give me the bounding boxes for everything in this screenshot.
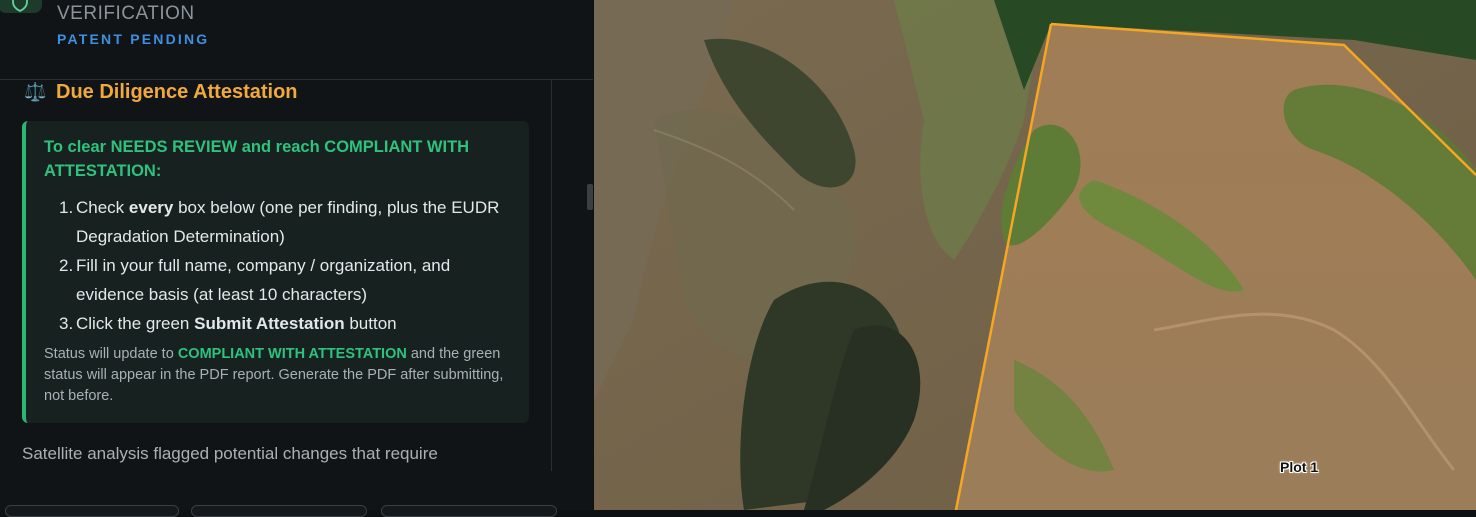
step-text: Check every box below (one per finding, … [76,198,499,246]
step-text: Fill in your full name, company / organi… [76,256,450,304]
step-text-bold: every [128,198,174,217]
balance-scale-icon: ⚖️ [24,82,47,102]
bottom-tab[interactable] [5,505,179,517]
step-text-pre: Check [76,198,129,217]
panel-resize-handle[interactable] [587,184,593,210]
app-header: VERIFICATION PATENT PENDING [0,0,593,80]
list-item: 3. Click the green Submit Attestation bu… [59,309,506,338]
step-text: Click the green Submit Attestation butto… [76,314,397,333]
section-title: ⚖️ Due Diligence Attestation [24,81,298,104]
steps-list: 1. Check every box below (one per findin… [59,193,506,338]
section-title-text: Due Diligence Attestation [56,81,298,103]
list-item: 1. Check every box below (one per findin… [59,193,506,251]
step-text-post: button [344,314,397,333]
step-number: 1. [59,198,74,217]
satellite-map[interactable]: Plot 1 [594,0,1476,510]
bottom-tab[interactable] [191,505,367,517]
step-text-pre: Fill in your full name, company / organi… [76,256,451,304]
bottom-tabs [0,502,593,517]
callout-heading: To clear NEEDS REVIEW and reach COMPLIAN… [44,138,470,180]
step-text-bold: Submit Attestation [194,314,345,333]
step-text-pre: Click the green [76,314,195,333]
step-number: 2. [59,256,74,275]
satellite-imagery [594,0,1476,510]
status-note-highlight: COMPLIANT WITH ATTESTATION [177,346,407,362]
logo-badge [0,0,42,13]
plot-label[interactable]: Plot 1 [1280,459,1318,475]
status-note-pre: Status will update to [44,346,178,362]
patent-pending-label: PATENT PENDING [57,31,210,47]
left-panel: VERIFICATION PATENT PENDING ⚖️ Due Dilige… [0,0,593,517]
bottom-tab[interactable] [381,505,557,517]
satellite-analysis-text: Satellite analysis flagged potential cha… [22,444,438,463]
app-subtitle: VERIFICATION [57,3,195,24]
attestation-scroll-area[interactable]: ⚖️ Due Diligence Attestation To clear NEE… [0,80,552,471]
step-number: 3. [59,314,74,333]
list-item: 2. Fill in your full name, company / org… [59,251,506,309]
instructions-callout: To clear NEEDS REVIEW and reach COMPLIAN… [22,121,529,423]
shield-icon [12,0,28,13]
status-note: Status will update to COMPLIANT WITH ATT… [44,344,514,407]
